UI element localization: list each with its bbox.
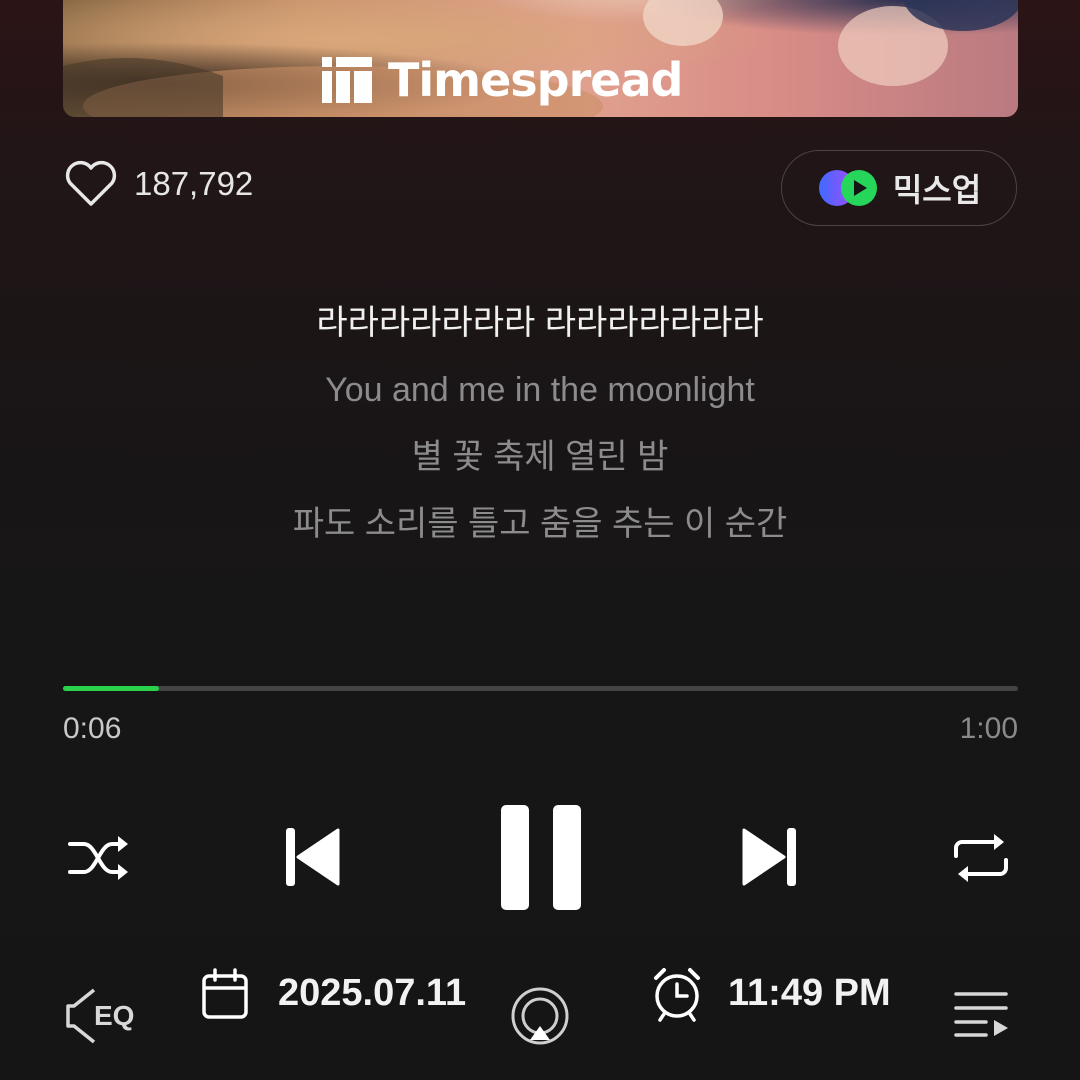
shuffle-icon [68, 836, 128, 880]
pause-icon [501, 805, 581, 910]
mixup-button[interactable]: 믹스업 [781, 150, 1017, 226]
lyric-line[interactable]: You and me in the moonlight [0, 367, 1080, 434]
cast-button[interactable] [508, 986, 572, 1051]
lyric-line[interactable]: 파도 소리를 틀고 춤을 추는 이 순간 [0, 501, 1080, 568]
like-count: 187,792 [134, 165, 254, 202]
skip-next-icon [742, 828, 796, 886]
brand-logo: Timespread [322, 52, 683, 108]
alarm-clock-icon [650, 966, 704, 1027]
skip-previous-icon [286, 828, 340, 886]
heart-icon[interactable] [64, 160, 118, 208]
next-button[interactable] [742, 826, 798, 893]
calendar-icon [201, 968, 249, 1025]
lyric-line[interactable]: 별 꽃 축제 열린 밤 [0, 434, 1080, 501]
elapsed-time: 0:06 [63, 712, 122, 745]
total-time: 1:00 [959, 712, 1018, 745]
queue-list-icon [954, 992, 1008, 1037]
shuffle-button[interactable] [66, 830, 132, 891]
brand-name: Timespread [388, 53, 683, 107]
date-label: 2025.07.11 [278, 972, 467, 1014]
airplay-icon [511, 987, 569, 1045]
repeat-button[interactable] [950, 830, 1012, 891]
mixup-icon [817, 168, 881, 208]
album-art[interactable]: Timespread [63, 0, 1018, 117]
previous-button[interactable] [284, 826, 340, 893]
progress-bar[interactable] [63, 686, 1018, 691]
brand-logo-icon [322, 55, 372, 105]
progress-fill [63, 686, 159, 691]
playlist-button[interactable] [954, 990, 1010, 1045]
equalizer-button[interactable]: EQ [64, 986, 134, 1046]
mixup-label: 믹스업 [892, 172, 982, 208]
alarm-time-label: 11:49 PM [728, 972, 891, 1014]
lyrics-panel[interactable]: 라라라라라라라 라라라라라라라 You and me in the moonlig… [0, 300, 1080, 568]
speaker-icon [66, 988, 96, 1044]
eq-label: EQ [94, 1000, 135, 1031]
pause-button[interactable] [500, 804, 582, 917]
lyric-line-current[interactable]: 라라라라라라라 라라라라라라라 [0, 300, 1080, 367]
like-section: 187,792 [64, 160, 253, 208]
repeat-icon [954, 834, 1008, 882]
